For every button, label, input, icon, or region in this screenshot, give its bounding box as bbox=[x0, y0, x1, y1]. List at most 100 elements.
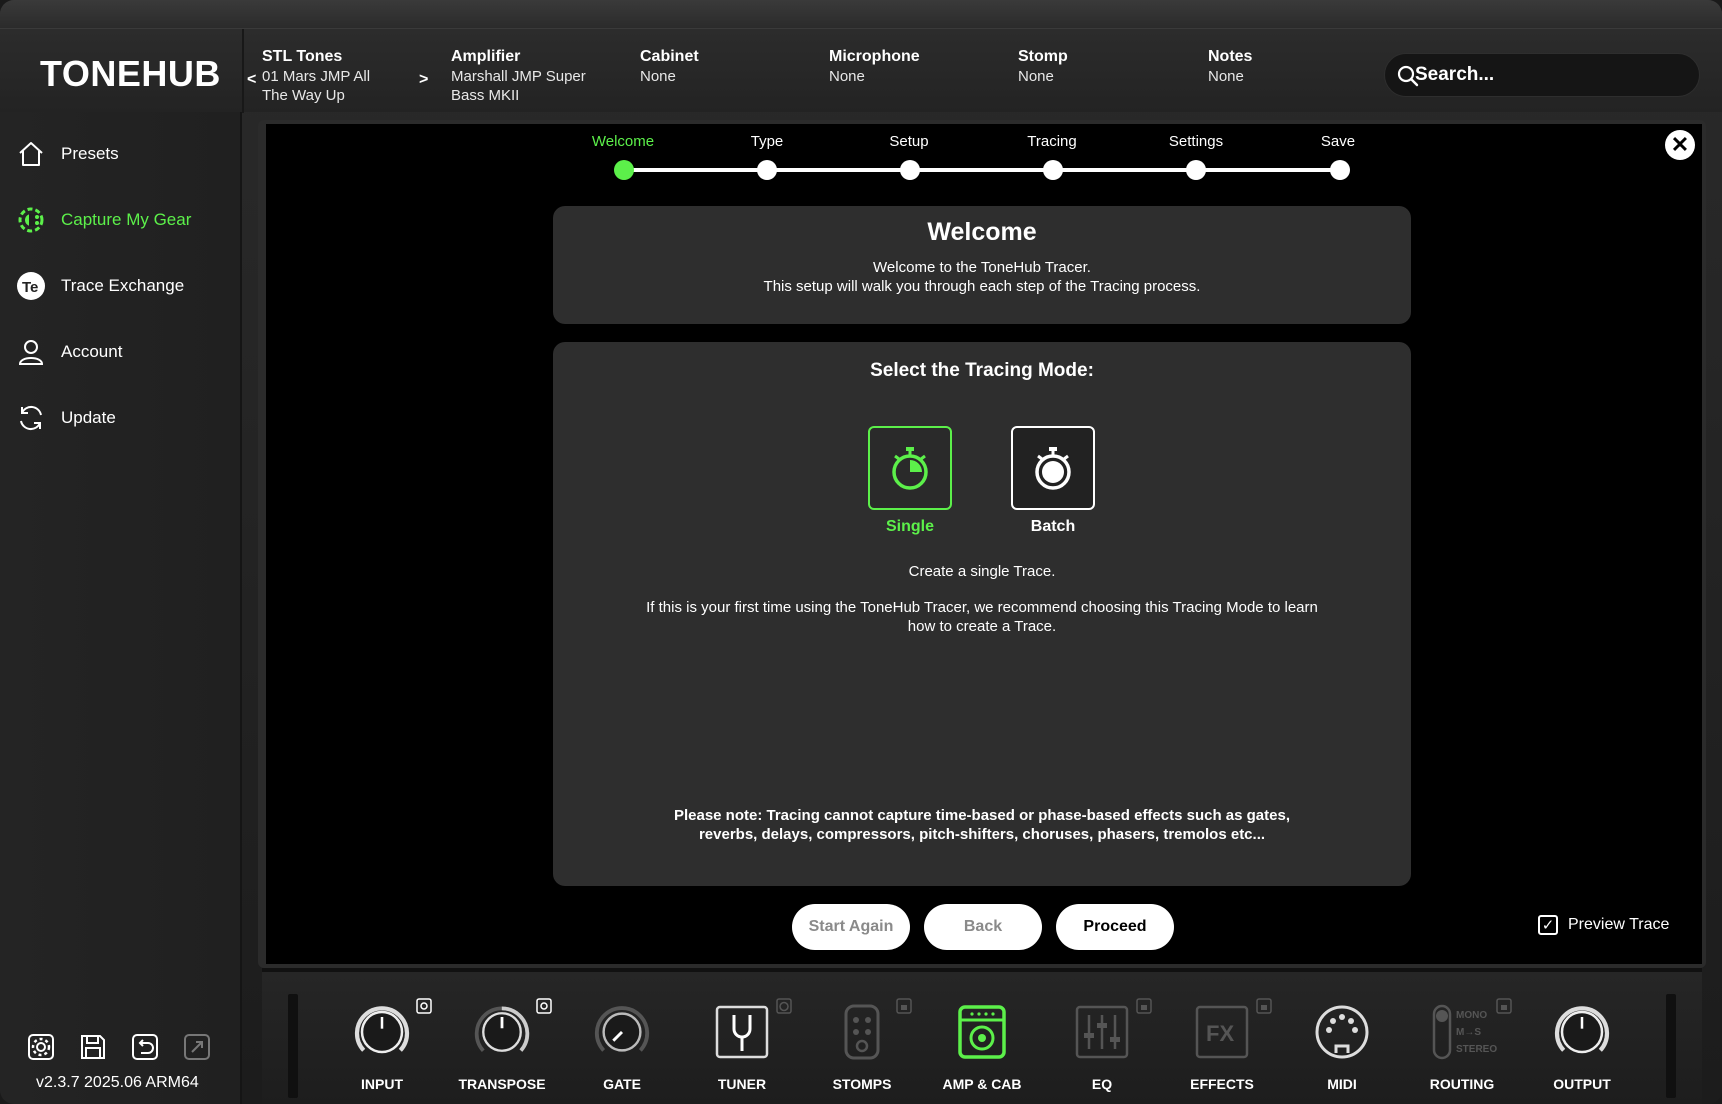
sidebar-item-label: Update bbox=[61, 408, 116, 427]
tracing-mode-title: Select the Tracing Mode: bbox=[870, 360, 1094, 381]
step-label-type: Type bbox=[750, 133, 784, 150]
step-label-save: Save bbox=[1320, 133, 1356, 150]
trace-exchange-icon: Te bbox=[16, 271, 46, 301]
search-box[interactable] bbox=[1384, 53, 1700, 97]
mode-description: Create a single Trace. bbox=[908, 563, 1056, 580]
header-col-value: None bbox=[829, 68, 865, 85]
module-label: AMP & CAB bbox=[942, 1076, 1022, 1092]
header-col-value: None bbox=[640, 68, 676, 85]
title-bar bbox=[0, 0, 1722, 30]
pedal-icon bbox=[832, 1002, 892, 1062]
module-label: OUTPUT bbox=[1553, 1076, 1611, 1092]
module-effects[interactable]: FX EFFECTS bbox=[1162, 972, 1282, 1104]
header-col-title: Stomp bbox=[1018, 48, 1068, 65]
close-button[interactable]: ✕ bbox=[1665, 130, 1695, 160]
settings-gear-badge-icon[interactable] bbox=[536, 998, 552, 1014]
mode-batch-button[interactable] bbox=[1011, 426, 1095, 510]
sidebar-item-label: Presets bbox=[61, 144, 119, 163]
module-routing[interactable]: MONO M→S STEREO ROUTING bbox=[1402, 972, 1522, 1104]
undo-icon[interactable] bbox=[130, 1032, 160, 1062]
redo-icon[interactable] bbox=[182, 1032, 212, 1062]
module-amp-cab[interactable]: AMP & CAB bbox=[922, 972, 1042, 1104]
stopwatch-icon bbox=[1035, 447, 1071, 490]
module-eq[interactable]: EQ bbox=[1042, 972, 1162, 1104]
module-gate[interactable]: GATE bbox=[562, 972, 682, 1104]
sidebar-item-account[interactable]: Account bbox=[16, 332, 236, 372]
prev-preset-arrow[interactable]: < bbox=[247, 71, 256, 89]
power-badge-icon[interactable] bbox=[776, 998, 792, 1014]
next-preset-arrow[interactable]: > bbox=[419, 71, 428, 89]
header-col-value: Marshall JMP Super bbox=[451, 68, 586, 85]
knob-icon bbox=[472, 1002, 532, 1062]
sidebar-item-label: Account bbox=[61, 342, 123, 361]
sidebar-item-update[interactable]: Update bbox=[16, 398, 236, 438]
welcome-card: Welcome Welcome to the ToneHub Tracer. T… bbox=[553, 206, 1411, 324]
app-window: TONEHUB STL Tones 01 Mars JMP All The Wa… bbox=[0, 0, 1722, 1104]
mode-single-button[interactable] bbox=[868, 426, 952, 510]
mode-recommendation: how to create a Trace. bbox=[907, 618, 1057, 635]
settings-icon[interactable] bbox=[26, 1032, 56, 1062]
module-label: INPUT bbox=[361, 1076, 403, 1092]
module-bar: INPUT TRANSPOSE GATE TUNER STOMPS AMP & … bbox=[262, 968, 1702, 1104]
step-dot-settings bbox=[1186, 160, 1206, 180]
header-col-cabinet[interactable]: Cabinet None bbox=[640, 47, 699, 86]
header-col-stomp[interactable]: Stomp None bbox=[1018, 47, 1068, 86]
module-transpose[interactable]: TRANSPOSE bbox=[442, 972, 562, 1104]
header-col-title: STL Tones bbox=[262, 48, 343, 65]
refresh-icon bbox=[16, 403, 46, 433]
sidebar-item-presets[interactable]: Presets bbox=[16, 134, 236, 174]
version-label: v2.3.7 2025.06 ARM64 bbox=[36, 1074, 199, 1091]
sidebar-item-trace-exchange[interactable]: Te Trace Exchange bbox=[16, 266, 236, 306]
header-col-value: None bbox=[1018, 68, 1054, 85]
header-col-value: The Way Up bbox=[262, 87, 345, 104]
step-label-tracing: Tracing bbox=[1027, 133, 1077, 150]
search-input[interactable] bbox=[1415, 60, 1685, 90]
midi-icon bbox=[1312, 1002, 1372, 1062]
amp-icon bbox=[952, 1002, 1012, 1062]
header-col-stl-tones[interactable]: STL Tones 01 Mars JMP All The Way Up bbox=[262, 47, 370, 105]
module-stomps[interactable]: STOMPS bbox=[802, 972, 922, 1104]
knob-icon bbox=[1552, 1002, 1612, 1062]
back-button[interactable]: Back bbox=[924, 904, 1042, 950]
header-col-value: Bass MKII bbox=[451, 87, 520, 104]
module-output[interactable]: OUTPUT bbox=[1522, 972, 1642, 1104]
module-midi[interactable]: MIDI bbox=[1282, 972, 1402, 1104]
module-tuner[interactable]: TUNER bbox=[682, 972, 802, 1104]
proceed-button[interactable]: Proceed bbox=[1056, 904, 1174, 950]
settings-gear-badge-icon[interactable] bbox=[416, 998, 432, 1014]
step-label-settings: Settings bbox=[1168, 133, 1224, 150]
welcome-line: This setup will walk you through each st… bbox=[763, 278, 1201, 295]
save-icon[interactable] bbox=[78, 1032, 108, 1062]
header-col-notes[interactable]: Notes None bbox=[1208, 47, 1252, 86]
mode-recommendation: If this is your first time using the Ton… bbox=[646, 599, 1318, 616]
header-col-value: 01 Mars JMP All bbox=[262, 68, 371, 85]
sidebar-item-capture-my-gear[interactable]: Capture My Gear bbox=[16, 200, 236, 240]
eq-sliders-icon bbox=[1072, 1002, 1132, 1062]
step-label-welcome: Welcome bbox=[591, 133, 655, 150]
sidebar-item-label: Trace Exchange bbox=[61, 276, 185, 295]
knob-icon bbox=[352, 1002, 412, 1062]
preview-trace-checkbox[interactable]: ✓ Preview Trace bbox=[1538, 915, 1669, 935]
mode-batch-label: Batch bbox=[1030, 518, 1076, 535]
capture-gear-icon bbox=[16, 205, 46, 235]
routing-option-m-to-s: M→S bbox=[1456, 1026, 1481, 1038]
tracing-note: reverbs, delays, compressors, pitch-shif… bbox=[698, 826, 1266, 843]
fx-icon: FX bbox=[1192, 1002, 1252, 1062]
user-icon bbox=[16, 337, 46, 367]
stopwatch-icon bbox=[892, 447, 928, 490]
welcome-line: Welcome to the ToneHub Tracer. bbox=[873, 259, 1091, 276]
module-input[interactable]: INPUT bbox=[322, 972, 442, 1104]
step-dot-save bbox=[1330, 160, 1350, 180]
output-level-meter bbox=[1666, 994, 1676, 1098]
header-col-microphone[interactable]: Microphone None bbox=[829, 47, 920, 86]
sidebar-footer-icons bbox=[26, 1032, 212, 1062]
sidebar: Presets Capture My Gear Te Trace Exchang… bbox=[0, 112, 242, 1104]
close-icon: ✕ bbox=[1670, 132, 1690, 157]
header-col-title: Amplifier bbox=[451, 48, 521, 65]
header-col-amplifier[interactable]: Amplifier Marshall JMP Super Bass MKII bbox=[451, 47, 586, 105]
app-logo: TONEHUB bbox=[40, 53, 221, 94]
start-again-button[interactable]: Start Again bbox=[792, 904, 910, 950]
sidebar-item-label: Capture My Gear bbox=[61, 210, 192, 229]
header-col-title: Notes bbox=[1208, 48, 1253, 65]
lock-badge-icon bbox=[1256, 998, 1272, 1014]
